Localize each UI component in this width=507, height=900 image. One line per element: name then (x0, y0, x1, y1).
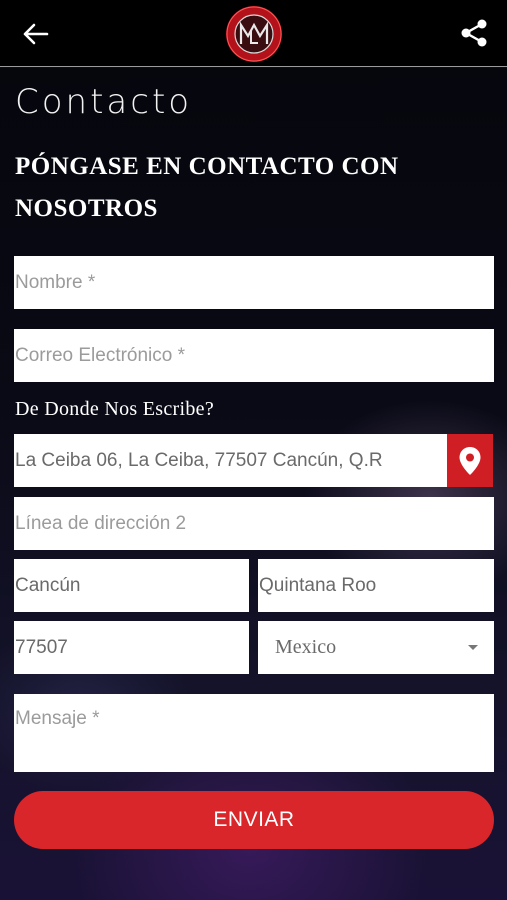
arrow-left-icon (23, 23, 49, 45)
country-select[interactable]: Mexico (258, 621, 494, 674)
share-icon (461, 19, 487, 47)
location-label: De Donde Nos Escribe? (15, 398, 215, 420)
message-textarea[interactable]: Mensaje * (14, 694, 494, 772)
country-select-value: Mexico (275, 636, 337, 658)
back-button[interactable] (18, 17, 52, 51)
submit-button[interactable]: ENVIAR (14, 791, 494, 849)
share-button[interactable] (457, 16, 491, 50)
dropdown-caret-icon (468, 645, 478, 650)
contact-heading: PÓNGASE EN CONTACTO CON NOSOTROS (15, 153, 399, 222)
address-line2-input[interactable]: Línea de dirección 2 (14, 497, 494, 550)
name-input[interactable]: Nombre * (14, 256, 494, 309)
map-pin-icon (459, 446, 481, 475)
mesa-mundial-logo (224, 4, 284, 64)
address-line1-input[interactable]: La Ceiba 06, La Ceiba, 77507 Cancún, Q.R (14, 434, 447, 487)
email-input[interactable]: Correo Electrónico * (14, 329, 494, 382)
top-app-bar (0, 0, 507, 67)
state-input[interactable]: Quintana Roo (258, 559, 494, 612)
zip-input[interactable]: 77507 (14, 621, 249, 674)
page-title: Contacto (15, 82, 193, 122)
location-button[interactable] (447, 434, 493, 487)
city-input[interactable]: Cancún (14, 559, 249, 612)
